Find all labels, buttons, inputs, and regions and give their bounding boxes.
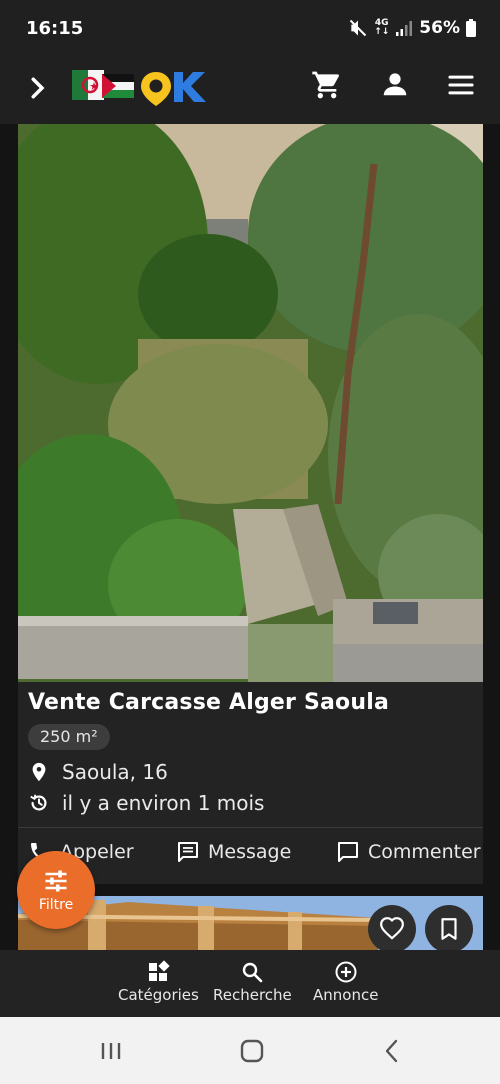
recents-icon[interactable] [97, 1037, 125, 1065]
heart-icon [380, 917, 404, 940]
card-divider [18, 827, 483, 828]
cart-icon[interactable] [311, 69, 343, 101]
location-pin-icon [32, 762, 46, 782]
search-icon [243, 962, 263, 983]
battery-icon [466, 19, 476, 37]
message-label: Message [208, 841, 292, 863]
listing-title[interactable]: Vente Carcasse Alger Saoula [28, 690, 389, 715]
filter-button[interactable]: Filtre [17, 851, 95, 929]
network-indicator: 4G ↑↓ [374, 18, 390, 37]
nav-categories-label: Catégories [118, 986, 199, 1004]
nav-search-label: Recherche [213, 986, 292, 1004]
home-icon[interactable] [238, 1037, 266, 1065]
add-circle-icon [335, 961, 357, 983]
history-icon [30, 794, 47, 811]
bookmark-button[interactable] [425, 905, 473, 950]
time-row: il y a environ 1 mois [28, 791, 264, 815]
location-row: Saoula, 16 [28, 760, 168, 784]
status-bar: 16:15 4G ↑↓ 56% [0, 0, 500, 58]
status-time: 16:15 [26, 18, 84, 39]
nav-categories[interactable]: Catégories [118, 960, 199, 1004]
location-text: Saoula, 16 [62, 760, 168, 784]
favorite-button[interactable] [368, 905, 416, 950]
status-icons: 4G ↑↓ 56% [348, 18, 476, 38]
categories-icon [149, 960, 171, 981]
system-nav-bar [0, 1017, 500, 1084]
message-button[interactable]: Message [176, 840, 291, 864]
nav-post-label: Annonce [313, 986, 379, 1004]
algeria-flag-icon [72, 70, 104, 100]
sliders-icon [45, 870, 67, 892]
back-icon[interactable] [378, 1037, 406, 1065]
comment-label: Commenter [368, 841, 481, 863]
listing-photo[interactable] [18, 124, 483, 682]
app-bar [0, 58, 500, 124]
message-icon [178, 842, 198, 862]
user-icon[interactable] [380, 69, 410, 99]
ouedkniss-logo[interactable] [70, 64, 210, 108]
chevron-right-icon[interactable] [22, 73, 52, 103]
nav-search[interactable]: Recherche [213, 960, 292, 1004]
comment-button[interactable]: Commenter [336, 840, 481, 864]
battery-percent: 56% [419, 18, 460, 38]
menu-icon[interactable] [446, 70, 476, 100]
bookmark-icon [441, 918, 457, 940]
area-badge: 250 m² [28, 724, 110, 750]
nav-post[interactable]: Annonce [313, 960, 378, 1004]
time-ago-text: il y a environ 1 mois [62, 791, 265, 815]
mute-icon [349, 19, 367, 37]
bottom-nav: Catégories Recherche Annonce [0, 950, 500, 1017]
filter-label: Filtre [38, 897, 74, 913]
signal-icon [396, 21, 413, 36]
palestine-flag-icon [102, 74, 134, 98]
comment-icon [338, 842, 358, 862]
listing-card[interactable]: Vente Carcasse Alger Saoula 250 m² Saoul… [18, 124, 483, 884]
